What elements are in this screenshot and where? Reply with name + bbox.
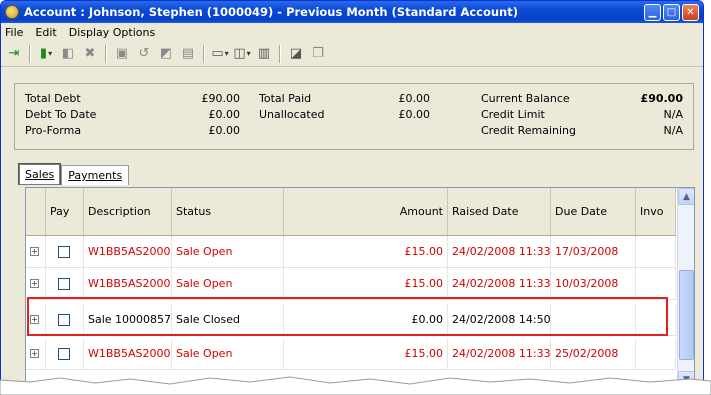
minimize-button[interactable]: ▁ [644,3,661,21]
scroll-thumb[interactable] [679,270,694,360]
header-description[interactable]: Description [84,188,172,235]
calculator-icon[interactable]: ▤ [179,45,197,63]
raised-date-cell: 24/02/2008 11:33 [448,268,551,299]
save-icon[interactable]: ▥ [255,45,273,63]
credit-limit-value: N/A [663,108,683,121]
title-bar[interactable]: Account : Johnson, Stephen (1000049) - P… [1,1,703,23]
menu-file[interactable]: File [5,26,23,39]
sales-grid: Pay Description Status Amount Raised Dat… [25,187,695,387]
toolbar-separator [203,44,205,63]
window-title: Account : Johnson, Stephen (1000049) - P… [24,5,519,19]
tab-sales-label: Sales [25,168,55,181]
table-row[interactable]: + W1BB5AS2000 Sale Open £15.00 24/02/200… [26,338,676,370]
table-row[interactable]: + W1BB5AS2000 Sale Open £15.00 24/02/200… [26,268,676,300]
undo-icon[interactable]: ↺ [135,45,153,63]
header-due-date[interactable]: Due Date [551,188,636,235]
maximize-button[interactable]: □ [663,3,680,21]
pro-forma-label: Pro-Forma [25,124,82,137]
grid-header: Pay Description Status Amount Raised Dat… [26,188,676,236]
print-preview-icon[interactable]: ◫ [233,45,251,63]
verify-icon[interactable]: ▣ [113,45,131,63]
due-date-cell: 17/03/2008 [551,236,636,267]
invoice-cell [636,268,676,299]
account-summary-panel: Total Debt £90.00 Debt To Date £0.00 Pro… [14,83,694,150]
expand-icon[interactable]: + [30,279,39,288]
toolbar-separator [105,44,107,63]
close-button[interactable]: ✕ [682,3,699,21]
header-raised-date[interactable]: Raised Date [448,188,551,235]
total-debt-label: Total Debt [25,92,81,105]
current-balance-value: £90.00 [640,92,683,105]
app-icon [5,5,19,19]
torn-edge-decoration [0,376,711,395]
header-invoice[interactable]: Invo [636,188,676,235]
header-expander [26,188,46,235]
header-pay[interactable]: Pay [46,188,84,235]
amount-cell: £15.00 [284,268,448,299]
unallocated-value: £0.00 [398,108,431,121]
tab-sales[interactable]: Sales [18,163,62,185]
menu-bar: File Edit Display Options [1,23,703,41]
status-cell: Sale Open [172,236,284,267]
delete-icon[interactable]: ✖ [81,45,99,63]
refund-icon[interactable]: ◩ [157,45,175,63]
amount-cell: £15.00 [284,236,448,267]
total-paid-value: £0.00 [398,92,431,105]
exit-icon[interactable]: ⇥ [5,45,23,63]
copy-icon[interactable]: ❐ [309,45,327,63]
current-balance-label: Current Balance [481,92,570,105]
table-row[interactable]: + W1BB5AS2000 Sale Open £15.00 24/02/200… [26,236,676,268]
pay-checkbox[interactable] [58,245,70,258]
due-date-cell: 10/03/2008 [551,268,636,299]
menu-edit[interactable]: Edit [35,26,56,39]
total-paid-label: Total Paid [259,92,312,105]
print-icon[interactable]: ▭ [211,45,229,63]
header-status[interactable]: Status [172,188,284,235]
invoice-cell [636,236,676,267]
menu-display-options[interactable]: Display Options [69,26,156,39]
toolbar: ⇥ ▮ ◧ ✖ ▣ ↺ ◩ ▤ ▭ ◫ ▥ ◪ ❐ [1,41,703,67]
expand-icon[interactable]: + [30,349,39,358]
raised-date-cell: 24/02/2008 11:33 [448,236,551,267]
open-folder-icon[interactable]: ◧ [59,45,77,63]
invoice-cell [636,338,676,369]
tab-payments[interactable]: Payments [61,165,130,185]
toolbar-separator [29,44,31,63]
scroll-up-icon[interactable]: ▲ [678,188,694,205]
tab-payments-label: Payments [68,169,123,182]
amount-cell: £15.00 [284,338,448,369]
description-cell: W1BB5AS2000 [84,268,172,299]
debt-to-date-value: £0.00 [208,108,241,121]
highlight-annotation [27,297,668,336]
debt-to-date-label: Debt To Date [25,108,97,121]
pay-checkbox[interactable] [58,277,70,290]
toolbar-separator [279,44,281,63]
vertical-scrollbar[interactable]: ▲ ▼ [677,188,694,386]
raised-date-cell: 24/02/2008 11:33 [448,338,551,369]
unallocated-label: Unallocated [259,108,325,121]
credit-remaining-label: Credit Remaining [481,124,576,137]
credit-remaining-value: N/A [663,124,683,137]
header-amount[interactable]: Amount [284,188,448,235]
new-document-icon[interactable]: ▮ [37,45,55,63]
properties-icon[interactable]: ◪ [287,45,305,63]
pay-checkbox[interactable] [58,347,70,360]
total-debt-value: £90.00 [201,92,241,105]
status-cell: Sale Open [172,338,284,369]
status-cell: Sale Open [172,268,284,299]
description-cell: W1BB5AS2000 [84,236,172,267]
credit-limit-label: Credit Limit [481,108,545,121]
expand-icon[interactable]: + [30,247,39,256]
pro-forma-value: £0.00 [208,124,241,137]
tab-strip: Sales Payments [18,163,130,185]
description-cell: W1BB5AS2000 [84,338,172,369]
due-date-cell: 25/02/2008 [551,338,636,369]
